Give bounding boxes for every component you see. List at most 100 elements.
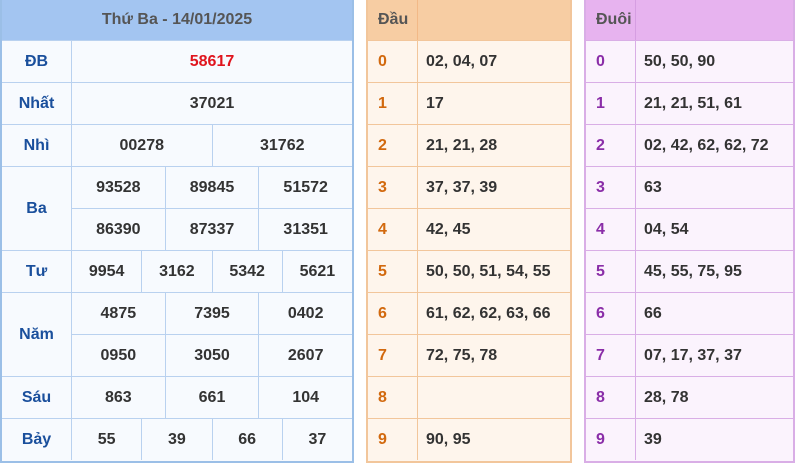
prize-number: 93528 — [96, 178, 141, 196]
prize-number: 37021 — [189, 94, 235, 112]
prize-subrow: 93528 89845 51572 — [72, 167, 352, 208]
dau-row: 0 02, 04, 07 — [368, 40, 570, 82]
duoi-numbers: 63 — [644, 178, 662, 196]
prize-row: Ba 93528 89845 51572 86390 87337 31351 — [2, 166, 352, 250]
duoi-numbers: 39 — [644, 430, 662, 448]
prize-subrow: 37021 — [72, 83, 352, 124]
prize-number: 89845 — [164, 167, 259, 208]
duoi-numbers: 45, 55, 75, 95 — [644, 262, 742, 280]
duoi-table: Đuôi 0 50, 50, 90 1 21, 21, 51, 61 2 02, 42, … — [584, 0, 795, 463]
prize-number: 00278 — [119, 136, 165, 154]
prize-number: 4875 — [100, 304, 137, 322]
dau-digit: 4 — [368, 209, 418, 250]
duoi-header: Đuôi — [586, 0, 793, 40]
prize-number: 104 — [258, 377, 352, 418]
dau-numbers: 21, 21, 28 — [426, 136, 498, 154]
prize-subrow: 55 39 66 37 — [72, 419, 352, 460]
prize-number: 55 — [97, 430, 116, 448]
duoi-digit: 7 — [586, 335, 636, 376]
prize-number: 31762 — [211, 125, 353, 166]
duoi-header-label: Đuôi — [586, 0, 636, 40]
dau-numbers: 61, 62, 62, 63, 66 — [426, 304, 551, 322]
duoi-row: 3 63 — [586, 166, 793, 208]
prize-subrow: 9954 3162 5342 5621 — [72, 251, 352, 292]
duoi-row: 2 02, 42, 62, 62, 72 — [586, 124, 793, 166]
duoi-row: 1 21, 21, 51, 61 — [586, 82, 793, 124]
dau-digit: 0 — [368, 41, 418, 82]
prize-row: Nhất 37021 — [2, 82, 352, 124]
duoi-row: 9 39 — [586, 418, 793, 460]
prize-number: 0402 — [258, 293, 352, 334]
prize-cells: 863 661 104 — [72, 377, 352, 418]
duoi-row: 7 07, 17, 37, 37 — [586, 334, 793, 376]
duoi-header-fill — [636, 0, 793, 40]
prize-number: 39 — [141, 419, 211, 460]
prize-number: 9954 — [88, 262, 125, 280]
dau-row: 3 37, 37, 39 — [368, 166, 570, 208]
prize-label: ĐB — [2, 41, 72, 82]
prize-cells: 00278 31762 — [72, 125, 352, 166]
prize-number: 863 — [104, 388, 132, 406]
prize-subrow: 58617 — [72, 41, 352, 82]
prize-number: 2607 — [258, 335, 352, 376]
prize-label: Sáu — [2, 377, 72, 418]
prize-number: 86390 — [96, 220, 141, 238]
dau-digit: 2 — [368, 125, 418, 166]
prize-subrow: 00278 31762 — [72, 125, 352, 166]
prize-number: 51572 — [258, 167, 352, 208]
prize-number: 66 — [211, 419, 282, 460]
dau-header-label: Đầu — [368, 0, 418, 40]
dau-digit: 7 — [368, 335, 418, 376]
prize-cells: 4875 7395 0402 0950 3050 2607 — [72, 293, 352, 376]
results-date-header: Thứ Ba - 14/01/2025 — [2, 0, 352, 40]
dau-digit: 8 — [368, 377, 418, 418]
dau-row: 9 90, 95 — [368, 418, 570, 460]
prize-row: ĐB 58617 — [2, 40, 352, 82]
prize-row: Nhì 00278 31762 — [2, 124, 352, 166]
duoi-numbers: 21, 21, 51, 61 — [644, 94, 742, 112]
prize-row: Năm 4875 7395 0402 0950 3050 2607 — [2, 292, 352, 376]
duoi-row: 6 66 — [586, 292, 793, 334]
duoi-row: 5 45, 55, 75, 95 — [586, 250, 793, 292]
duoi-digit: 4 — [586, 209, 636, 250]
prize-label: Năm — [2, 293, 72, 376]
duoi-digit: 5 — [586, 251, 636, 292]
prize-subrow: 863 661 104 — [72, 377, 352, 418]
prize-number: 3162 — [141, 251, 211, 292]
duoi-numbers: 28, 78 — [644, 388, 689, 406]
dau-header-fill — [418, 0, 570, 40]
dau-row: 7 72, 75, 78 — [368, 334, 570, 376]
dau-header: Đầu — [368, 0, 570, 40]
prize-label: Bảy — [2, 419, 72, 460]
dau-row: 1 17 — [368, 82, 570, 124]
prize-label: Nhì — [2, 125, 72, 166]
prize-subrow: 86390 87337 31351 — [72, 208, 352, 250]
duoi-numbers: 07, 17, 37, 37 — [644, 346, 742, 364]
duoi-numbers: 66 — [644, 304, 662, 322]
prize-number: 87337 — [164, 209, 259, 250]
dau-numbers: 17 — [426, 94, 444, 112]
duoi-numbers: 50, 50, 90 — [644, 52, 716, 70]
dau-numbers: 42, 45 — [426, 220, 471, 238]
prize-number: 0950 — [100, 346, 137, 364]
duoi-row: 4 04, 54 — [586, 208, 793, 250]
dau-digit: 9 — [368, 419, 418, 460]
prize-label: Ba — [2, 167, 72, 250]
prize-row: Tư 9954 3162 5342 5621 — [2, 250, 352, 292]
prize-cells: 55 39 66 37 — [72, 419, 352, 460]
dau-numbers: 37, 37, 39 — [426, 178, 498, 196]
prize-number: 5342 — [211, 251, 282, 292]
dau-row: 2 21, 21, 28 — [368, 124, 570, 166]
dau-digit: 3 — [368, 167, 418, 208]
dau-digit: 6 — [368, 293, 418, 334]
duoi-numbers: 04, 54 — [644, 220, 689, 238]
dau-numbers: 02, 04, 07 — [426, 52, 498, 70]
dau-row: 4 42, 45 — [368, 208, 570, 250]
duoi-digit: 0 — [586, 41, 636, 82]
dau-digit: 1 — [368, 83, 418, 124]
dau-row: 5 50, 50, 51, 54, 55 — [368, 250, 570, 292]
duoi-digit: 1 — [586, 83, 636, 124]
duoi-digit: 2 — [586, 125, 636, 166]
prize-cells: 58617 — [72, 41, 352, 82]
prize-number: 5621 — [281, 251, 352, 292]
